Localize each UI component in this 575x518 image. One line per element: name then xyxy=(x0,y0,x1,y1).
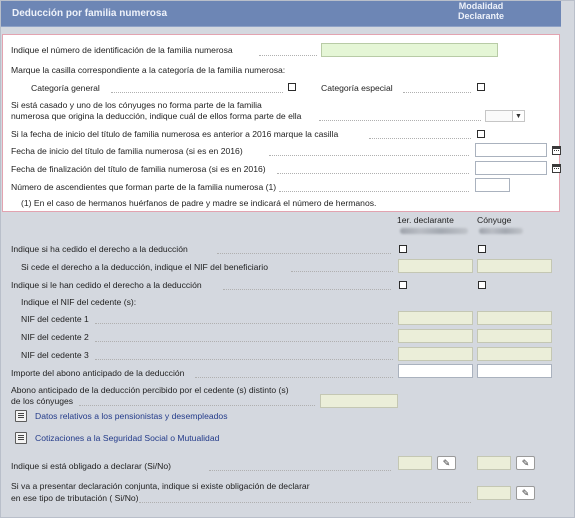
leader-dots xyxy=(95,359,393,360)
nif2-first[interactable] xyxy=(398,329,473,343)
leader-dots xyxy=(277,173,469,174)
table-icon[interactable] xyxy=(15,410,27,422)
nif2-spouse[interactable] xyxy=(477,329,552,343)
conjunta-label-1: Si va a presentar declaración conjunta, … xyxy=(11,481,310,491)
cat-general-checkbox[interactable] xyxy=(288,83,296,91)
received-label: Indique si le han cedido el derecho a la… xyxy=(11,280,202,290)
before-2016-label: Si la fecha de inicio del título de fami… xyxy=(11,129,339,139)
ceded-label: Indique si ha cedido el derecho a la ded… xyxy=(11,244,188,254)
obligado-first[interactable] xyxy=(398,456,432,470)
pensionistas-link[interactable]: Datos relativos a los pensionistas y des… xyxy=(35,411,228,421)
spouse-select[interactable]: ▼ xyxy=(485,110,525,122)
leader-dots xyxy=(403,92,471,93)
spouse-label-2: numerosa que origina la deducción, indiq… xyxy=(11,111,302,121)
ascendants-label: Número de ascendientes que forman parte … xyxy=(11,182,277,192)
advance-spouse[interactable] xyxy=(477,364,552,378)
cotizaciones-link[interactable]: Cotizaciones a la Seguridad Social o Mut… xyxy=(35,433,219,443)
cat-especial-label: Categoría especial xyxy=(321,83,393,93)
nif3-label: NIF del cedente 3 xyxy=(21,350,89,360)
beneficiary-nif-spouse[interactable] xyxy=(477,259,552,273)
spouse-label-1: Si está casado y uno de los cónyuges no … xyxy=(11,100,262,110)
table-icon[interactable] xyxy=(15,432,27,444)
modalidad-label: Modalidad Declarante xyxy=(441,1,521,21)
redacted-name xyxy=(479,228,523,234)
cedente-prompt: Indique el NIF del cedente (s): xyxy=(21,297,137,307)
leader-dots xyxy=(95,323,393,324)
pencil-icon[interactable]: ✎ xyxy=(516,486,535,500)
column-spouse: Cónyuge xyxy=(477,215,512,225)
modalidad-line1: Modalidad xyxy=(458,1,504,11)
nif1-first[interactable] xyxy=(398,311,473,325)
start-date-input[interactable] xyxy=(475,143,547,157)
advance-other-label-2: de los cónyuges xyxy=(11,396,74,406)
received-checkbox-first[interactable] xyxy=(399,281,407,289)
id-label: Indique el número de identificación de l… xyxy=(11,45,233,55)
chevron-down-icon[interactable]: ▼ xyxy=(512,111,524,121)
end-date-label: Fecha de finalización del título de fami… xyxy=(11,164,266,174)
footnote: (1) En el caso de hermanos huérfanos de … xyxy=(21,198,377,208)
ceded-nif-label: Si cede el derecho a la deducción, indiq… xyxy=(21,262,268,272)
cat-especial-checkbox[interactable] xyxy=(477,83,485,91)
leader-dots xyxy=(195,377,393,378)
leader-dots xyxy=(279,191,469,192)
leader-dots xyxy=(369,138,471,139)
redacted-name xyxy=(400,228,468,234)
obligado-spouse[interactable] xyxy=(477,456,511,470)
conjunta-input[interactable] xyxy=(477,486,511,500)
advance-label: Importe del abono anticipado de la deduc… xyxy=(11,368,185,378)
section-header: Deducción por familia numerosa Modalidad… xyxy=(1,1,561,27)
calendar-icon[interactable] xyxy=(552,164,561,173)
leader-dots xyxy=(291,271,393,272)
section-title: Deducción por familia numerosa xyxy=(12,8,168,19)
nif1-spouse[interactable] xyxy=(477,311,552,325)
obligado-label: Indique si está obligado a declarar (Si/… xyxy=(11,461,172,471)
category-prompt: Marque la casilla correspondiente a la c… xyxy=(11,65,286,75)
leader-dots xyxy=(111,92,283,93)
advance-first[interactable] xyxy=(398,364,473,378)
leader-dots xyxy=(259,55,317,56)
form-window: Deducción por familia numerosa Modalidad… xyxy=(0,0,575,518)
cat-general-label: Categoría general xyxy=(31,83,100,93)
leader-dots xyxy=(209,470,391,471)
ceded-checkbox-first[interactable] xyxy=(399,245,407,253)
ascendants-input[interactable] xyxy=(475,178,510,192)
leader-dots xyxy=(95,341,393,342)
leader-dots xyxy=(79,405,315,406)
leader-dots xyxy=(319,120,481,121)
before-2016-checkbox[interactable] xyxy=(477,130,485,138)
family-id-input[interactable] xyxy=(321,43,498,57)
ceded-checkbox-spouse[interactable] xyxy=(478,245,486,253)
start-date-label: Fecha de inicio del título de familia nu… xyxy=(11,146,243,156)
pencil-icon[interactable]: ✎ xyxy=(437,456,456,470)
conjunta-label-2: en ese tipo de tributación ( Si/No) xyxy=(11,493,139,503)
leader-dots xyxy=(217,253,391,254)
beneficiary-nif-first[interactable] xyxy=(398,259,473,273)
leader-dots xyxy=(223,289,391,290)
leader-dots xyxy=(269,155,469,156)
received-checkbox-spouse[interactable] xyxy=(478,281,486,289)
nif2-label: NIF del cedente 2 xyxy=(21,332,89,342)
nif3-spouse[interactable] xyxy=(477,347,552,361)
nif1-label: NIF del cedente 1 xyxy=(21,314,89,324)
modalidad-line2: Declarante xyxy=(457,11,505,21)
column-first-declarant: 1er. declarante xyxy=(397,215,454,225)
pencil-icon[interactable]: ✎ xyxy=(516,456,535,470)
advance-other-input[interactable] xyxy=(320,394,398,408)
calendar-icon[interactable] xyxy=(552,146,561,155)
advance-other-label-1: Abono anticipado de la deducción percibi… xyxy=(11,385,289,395)
end-date-input[interactable] xyxy=(475,161,547,175)
nif3-first[interactable] xyxy=(398,347,473,361)
leader-dots xyxy=(139,502,471,503)
